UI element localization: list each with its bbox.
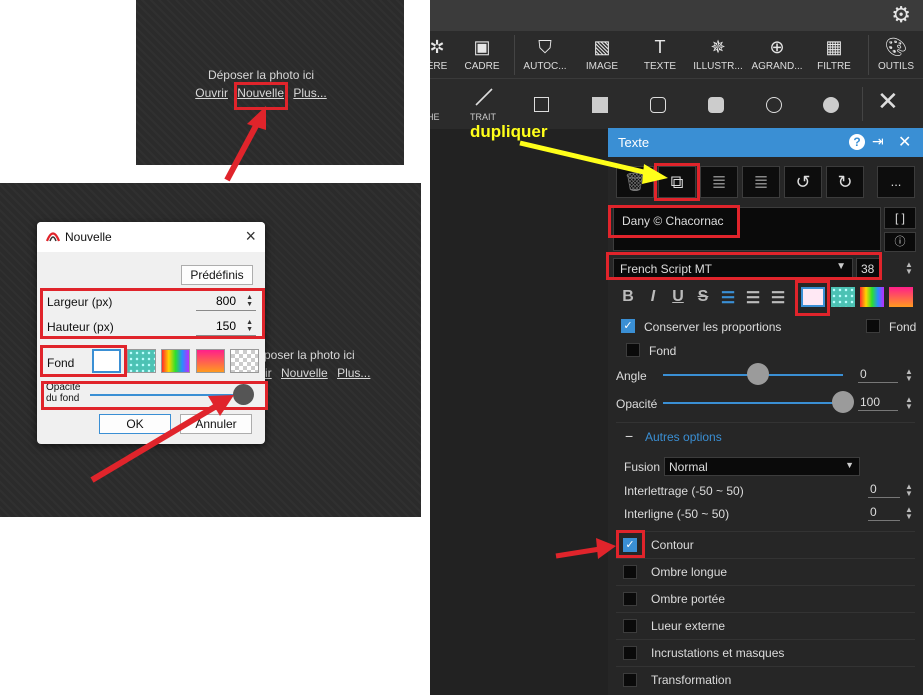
- arrow-annotations-left: [90, 106, 266, 483]
- arrow-to-opacity: [90, 402, 220, 483]
- arrow-head-new-link: [247, 106, 266, 130]
- arrow-head-contour: [596, 538, 616, 559]
- arrow-annotations-right: [519, 140, 668, 559]
- arrow-head-duplicate: [642, 164, 668, 184]
- arrow-to-new-link: [224, 120, 261, 182]
- arrow-to-contour: [555, 546, 601, 559]
- arrow-to-duplicate: [519, 140, 649, 176]
